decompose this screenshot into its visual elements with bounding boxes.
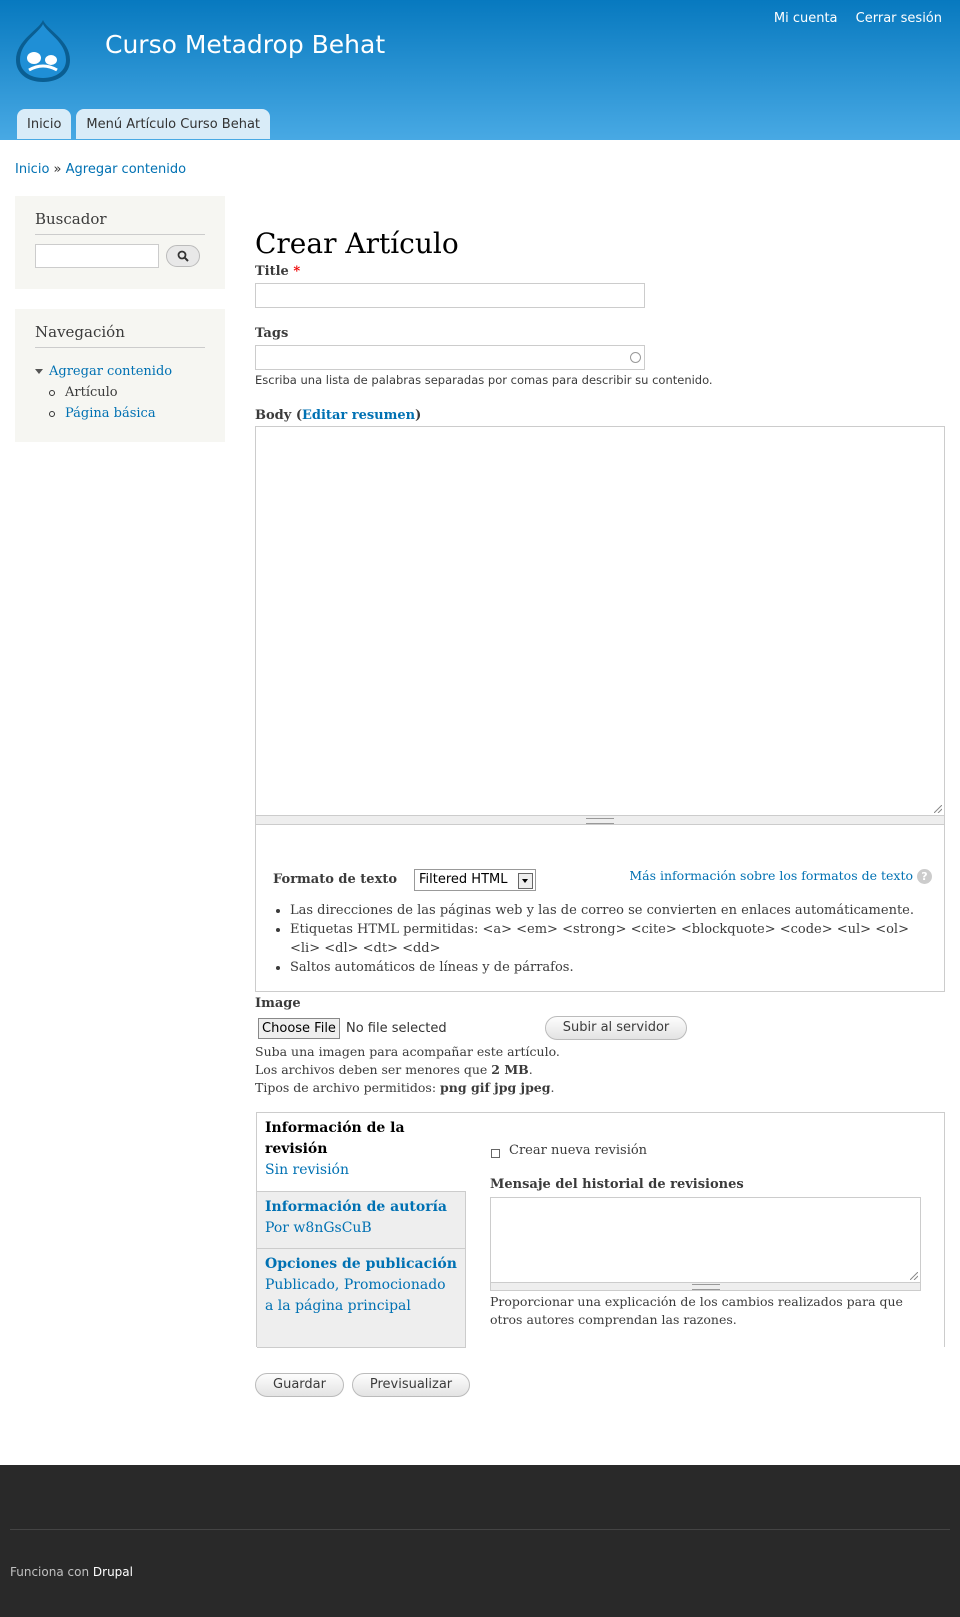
body-label: Body (Editar resumen) (255, 408, 421, 423)
vtab-title: Información de autoría (265, 1199, 447, 1215)
new-revision-checkbox[interactable] (491, 1149, 500, 1158)
allowed-types-prefix: Tipos de archivo permitidos: (255, 1080, 437, 1095)
search-button[interactable] (166, 245, 200, 267)
body-label-text: Body (255, 408, 292, 423)
title-label-text: Title (255, 264, 289, 279)
breadcrumb-separator: » (53, 162, 62, 177)
navigation-list: Agregar contenido Artículo Página básica (35, 361, 172, 424)
resize-corner-icon (934, 805, 942, 813)
format-tip: Saltos automáticos de líneas y de párraf… (290, 958, 940, 977)
powered-by-text: Funciona con (10, 1565, 90, 1579)
nav-item-basic-page[interactable]: Página básica (35, 403, 172, 424)
nav-item-label[interactable]: Página básica (65, 406, 156, 421)
vtab-publishing-options[interactable]: Opciones de publicación Publicado, Promo… (257, 1248, 466, 1348)
revision-log-label: Mensaje del historial de revisiones (490, 1177, 744, 1192)
image-desc-line: Los archivos deben ser menores que 2 MB. (255, 1061, 560, 1079)
revision-log-resize-grip[interactable] (490, 1282, 921, 1291)
body-resize-grip[interactable] (255, 815, 945, 825)
vtab-title: Información de la revisión (265, 1120, 405, 1157)
text-format-wrapper: Formato de texto Filtered HTML Más infor… (255, 825, 945, 992)
format-tip: Las direcciones de las páginas web y las… (290, 901, 940, 920)
expanded-triangle-icon (35, 369, 43, 374)
text-format-label: Formato de texto (273, 872, 398, 887)
image-desc-line: Tipos de archivo permitidos: png gif jpg… (255, 1079, 560, 1097)
breadcrumb-home[interactable]: Inicio (15, 162, 49, 177)
save-button[interactable]: Guardar (255, 1373, 344, 1397)
vtab-revision-info[interactable]: Información de la revisión Sin revisión (257, 1113, 466, 1191)
footer-divider (10, 1529, 950, 1530)
breadcrumb: Inicio » Agregar contenido (15, 162, 186, 177)
main-menu: Inicio Menú Artículo Curso Behat (17, 109, 275, 139)
tags-label: Tags (255, 326, 289, 341)
search-icon (177, 250, 189, 262)
footer-powered-by: Funciona con Drupal (10, 1565, 133, 1579)
bullet-icon (49, 389, 55, 396)
no-file-selected-text: No file selected (346, 1021, 447, 1036)
search-input[interactable] (35, 244, 159, 268)
text-format-value: Filtered HTML (419, 872, 508, 887)
vtab-summary: Sin revisión (265, 1162, 350, 1178)
page-title: Crear Artículo (255, 226, 459, 260)
title-input[interactable] (255, 283, 645, 308)
text-format-tips: Las direcciones de las páginas web y las… (274, 901, 940, 977)
image-label: Image (255, 996, 301, 1011)
format-tip: Etiquetas HTML permitidas: <a> <em> <str… (290, 920, 940, 958)
preview-button[interactable]: Previsualizar (352, 1373, 470, 1397)
search-block: Buscador (15, 196, 225, 289)
period: . (550, 1080, 555, 1095)
vtab-authoring-info[interactable]: Información de autoría Por w8nGsCuB (257, 1191, 466, 1248)
autocomplete-throbber-icon (630, 352, 641, 363)
required-marker: * (293, 264, 301, 279)
tags-description: Escriba una lista de palabras separadas … (255, 373, 713, 387)
bullet-icon (49, 410, 55, 417)
max-size-prefix: Los archivos deben ser menores que (255, 1062, 488, 1077)
edit-summary-link[interactable]: Editar resumen (302, 408, 415, 423)
drupal-logo-icon[interactable] (14, 18, 72, 84)
upload-button[interactable]: Subir al servidor (545, 1016, 687, 1040)
revision-log-description: Proporcionar una explicación de los camb… (490, 1294, 903, 1327)
resize-corner-icon (910, 1272, 918, 1280)
nav-item-label[interactable]: Artículo (65, 385, 118, 400)
text-format-select[interactable]: Filtered HTML (414, 869, 536, 891)
revision-log-textarea[interactable] (490, 1197, 921, 1283)
main-menu-tab-home[interactable]: Inicio (17, 109, 72, 139)
vtab-summary: Por w8nGsCuB (265, 1220, 372, 1236)
navigation-block: Navegación Agregar contenido Artículo Pá… (15, 309, 225, 442)
nav-item-add-content[interactable]: Agregar contenido (35, 361, 172, 382)
max-size-value: 2 MB (491, 1062, 529, 1077)
main-menu-tab-article-menu[interactable]: Menú Artículo Curso Behat (76, 109, 271, 139)
nav-item-label[interactable]: Agregar contenido (49, 364, 172, 379)
breadcrumb-add-content[interactable]: Agregar contenido (66, 162, 186, 177)
body-close-paren: ) (415, 408, 422, 423)
image-desc-line: Suba una imagen para acompañar este artí… (255, 1044, 560, 1059)
my-account-link[interactable]: Mi cuenta (774, 11, 838, 26)
tags-input[interactable] (255, 345, 645, 370)
site-header: Curso Metadrop Behat Mi cuenta Cerrar se… (0, 0, 960, 140)
secondary-menu: Mi cuenta Cerrar sesión (760, 11, 942, 26)
drupal-link[interactable]: Drupal (93, 1565, 133, 1579)
vertical-tabs: Información de la revisión Sin revisión … (256, 1112, 945, 1348)
period: . (528, 1062, 533, 1077)
help-icon[interactable]: ? (917, 869, 932, 884)
search-block-title: Buscador (35, 210, 205, 235)
logout-link[interactable]: Cerrar sesión (856, 11, 942, 26)
image-description: Suba una imagen para acompañar este artí… (255, 1043, 560, 1097)
title-label: Title * (255, 264, 300, 279)
navigation-block-title: Navegación (35, 323, 205, 348)
nav-item-article[interactable]: Artículo (35, 382, 172, 403)
body-textarea[interactable] (255, 426, 945, 816)
site-footer: Funciona con Drupal (0, 1465, 960, 1617)
site-name[interactable]: Curso Metadrop Behat (105, 30, 385, 59)
vtab-summary: Publicado, Promocionado a la página prin… (265, 1277, 446, 1314)
dropdown-arrow-icon (518, 873, 533, 889)
allowed-types-value: png gif jpg jpeg (440, 1080, 551, 1095)
choose-file-button[interactable]: Choose File (258, 1018, 340, 1039)
text-format-help-link[interactable]: Más información sobre los formatos de te… (629, 868, 913, 883)
vtab-title: Opciones de publicación (265, 1256, 457, 1272)
new-revision-label[interactable]: Crear nueva revisión (509, 1143, 647, 1158)
